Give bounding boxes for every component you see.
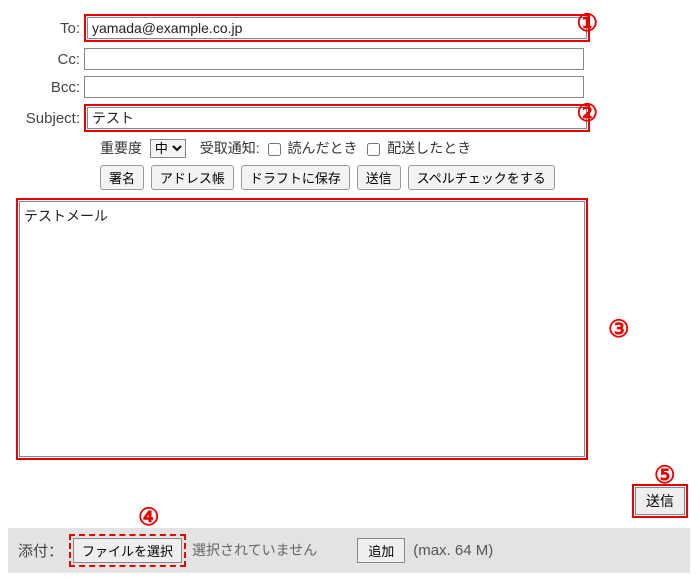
- label-bcc: Bcc:: [24, 79, 84, 96]
- callout-1: ①: [576, 12, 598, 36]
- label-attach: 添付：: [18, 540, 63, 561]
- label-read-when: 読んだとき: [287, 140, 357, 156]
- send-button[interactable]: 送信: [635, 487, 685, 515]
- to-input[interactable]: [87, 17, 587, 39]
- no-file-text: 選択されていません: [192, 540, 317, 560]
- save-draft-button[interactable]: ドラフトに保存: [241, 165, 350, 190]
- receipt-deliver-checkbox[interactable]: [367, 143, 380, 156]
- callout-2: ②: [576, 102, 598, 126]
- receipt-read-checkbox[interactable]: [268, 143, 281, 156]
- importance-select[interactable]: 中: [150, 139, 186, 158]
- max-size-text: (max. 64 M): [413, 542, 493, 559]
- label-subject: Subject:: [24, 110, 84, 127]
- label-importance: 重要度: [100, 140, 142, 156]
- signature-button[interactable]: 署名: [100, 165, 144, 190]
- send-small-button[interactable]: 送信: [357, 165, 401, 190]
- callout-3: ③: [608, 318, 630, 342]
- addressbook-button[interactable]: アドレス帳: [151, 165, 234, 190]
- cc-input[interactable]: [84, 48, 584, 70]
- callout-5: ⑤: [654, 464, 676, 488]
- label-receipt: 受取通知:: [200, 140, 260, 156]
- choose-file-button[interactable]: ファイルを選択: [73, 538, 182, 563]
- bcc-input[interactable]: [84, 76, 584, 98]
- label-cc: Cc:: [24, 51, 84, 68]
- add-attachment-button[interactable]: 追加: [357, 538, 405, 563]
- spellcheck-button[interactable]: スペルチェックをする: [408, 165, 555, 190]
- label-to: To:: [24, 20, 84, 37]
- callout-4: ④: [138, 506, 160, 530]
- label-deliver-when: 配送したとき: [387, 140, 471, 156]
- subject-input[interactable]: [87, 107, 587, 129]
- body-textarea[interactable]: テストメール: [19, 201, 585, 457]
